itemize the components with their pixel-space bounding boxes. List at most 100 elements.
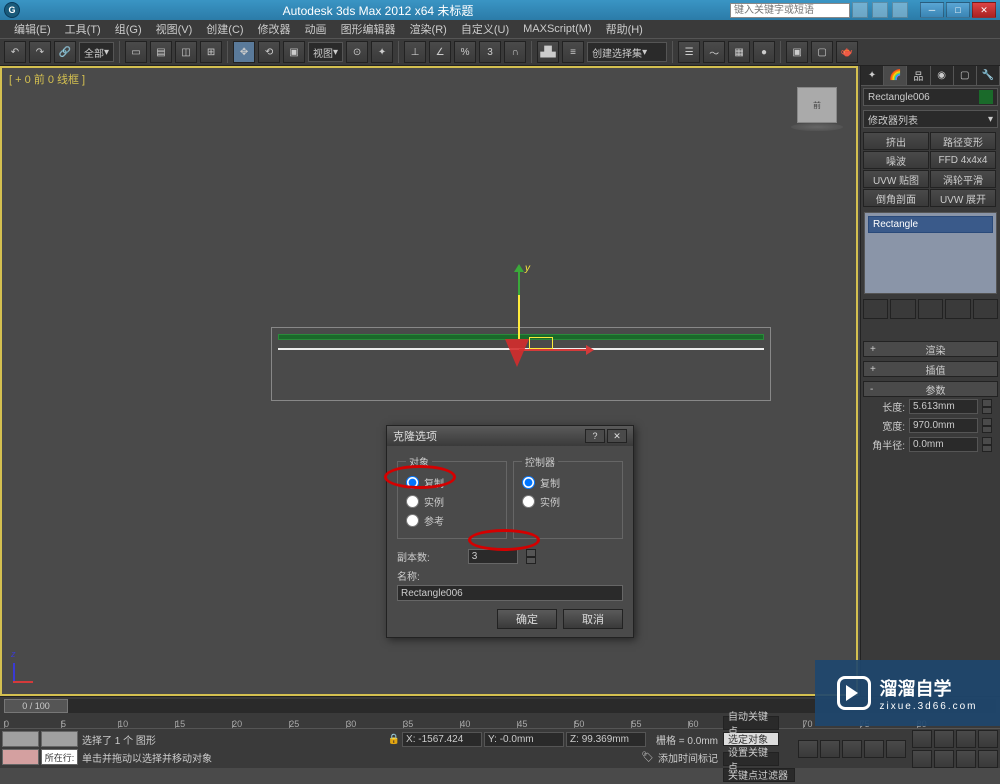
- menu-create[interactable]: 创建(C): [200, 19, 249, 39]
- mod-uvwmap[interactable]: UVW 贴图: [863, 170, 929, 188]
- manipulate-button[interactable]: ✦: [371, 41, 393, 63]
- prev-frame-button[interactable]: [820, 740, 840, 758]
- star-icon[interactable]: [872, 2, 888, 18]
- select-name-button[interactable]: ▤: [150, 41, 172, 63]
- timetag-icon[interactable]: 🏷: [641, 752, 654, 763]
- named-selset-dropdown[interactable]: 创建选择集 ▾: [587, 42, 667, 62]
- tab-hierarchy-icon[interactable]: 品: [907, 66, 930, 85]
- snap-ortho-button[interactable]: ∩: [504, 41, 526, 63]
- menu-group[interactable]: 组(G): [109, 19, 148, 39]
- nav-extra-button[interactable]: [978, 750, 998, 768]
- nav-zoomext-button[interactable]: [978, 730, 998, 748]
- remove-mod-button[interactable]: [945, 299, 970, 319]
- viewcube[interactable]: 前: [797, 87, 837, 123]
- modifier-stack[interactable]: Rectangle: [864, 212, 997, 294]
- gizmo-x-axis[interactable]: [519, 349, 591, 351]
- layers-button[interactable]: ☰: [678, 41, 700, 63]
- tab-motion-icon[interactable]: ◉: [931, 66, 954, 85]
- mirror-button[interactable]: ▟▙: [537, 41, 559, 63]
- mod-pathdeform[interactable]: 路径变形: [930, 132, 996, 150]
- object-name-field[interactable]: Rectangle006: [863, 88, 998, 106]
- ctrl-radio-instance[interactable]: 实例: [522, 492, 614, 511]
- rollout-interp-header[interactable]: +插值: [863, 361, 998, 377]
- radio-instance[interactable]: 实例: [406, 492, 498, 511]
- refcoord-dropdown[interactable]: 视图 ▾: [308, 42, 343, 62]
- help-search-input[interactable]: [730, 3, 850, 18]
- sb-block2[interactable]: [41, 731, 78, 747]
- render-button[interactable]: 🫖: [836, 41, 858, 63]
- viewport-label[interactable]: [ + 0 前 0 线框 ]: [9, 71, 85, 87]
- setkey-button[interactable]: 设置关键点: [723, 752, 779, 766]
- gizmo-z-arrow[interactable]: [505, 339, 529, 379]
- configure-button[interactable]: [973, 299, 998, 319]
- next-frame-button[interactable]: [864, 740, 884, 758]
- link-button[interactable]: 🔗: [54, 41, 76, 63]
- tab-utilities-icon[interactable]: 🔧: [977, 66, 1000, 85]
- dialog-close-button[interactable]: ✕: [607, 429, 627, 443]
- cancel-button[interactable]: 取消: [563, 609, 623, 629]
- menu-tools[interactable]: 工具(T): [59, 19, 107, 39]
- window-crossing-button[interactable]: ⊞: [200, 41, 222, 63]
- render-frame-button[interactable]: ▢: [811, 41, 833, 63]
- align-button[interactable]: ≡: [562, 41, 584, 63]
- scale-button[interactable]: ▣: [283, 41, 305, 63]
- mod-noise[interactable]: 噪波: [863, 151, 929, 169]
- percent-snap-button[interactable]: %: [454, 41, 476, 63]
- close-button[interactable]: ✕: [972, 2, 996, 18]
- radio-reference[interactable]: 参考: [406, 511, 498, 530]
- help-icon[interactable]: [892, 2, 908, 18]
- mod-extrude[interactable]: 挤出: [863, 132, 929, 150]
- select-button[interactable]: ▭: [125, 41, 147, 63]
- coord-z[interactable]: Z: 99.369mm: [566, 732, 646, 747]
- rollout-params-header[interactable]: -参数: [863, 381, 998, 397]
- schematic-button[interactable]: ▦: [728, 41, 750, 63]
- spinner-snap-button[interactable]: 3: [479, 41, 501, 63]
- show-result-button[interactable]: [890, 299, 915, 319]
- autokey-button[interactable]: 自动关键点: [723, 716, 779, 730]
- nav-fov-button[interactable]: [956, 730, 976, 748]
- stack-rectangle[interactable]: Rectangle: [868, 216, 993, 233]
- length-spinner[interactable]: [982, 399, 992, 414]
- sb-block1[interactable]: [2, 731, 39, 747]
- menu-help[interactable]: 帮助(H): [600, 19, 649, 39]
- material-button[interactable]: ●: [753, 41, 775, 63]
- ok-button[interactable]: 确定: [497, 609, 557, 629]
- move-button[interactable]: ✥: [233, 41, 255, 63]
- nav-zoom-button[interactable]: [934, 730, 954, 748]
- mod-bevelprofile[interactable]: 倒角剖面: [863, 189, 929, 207]
- length-input[interactable]: 5.613mm: [909, 399, 978, 414]
- menu-maxscript[interactable]: MAXScript(M): [517, 21, 597, 37]
- maximize-button[interactable]: □: [946, 2, 970, 18]
- keyfilter-button[interactable]: 关键点过滤器: [723, 768, 795, 782]
- render-setup-button[interactable]: ▣: [786, 41, 808, 63]
- modifier-list-dropdown[interactable]: 修改器列表▾: [863, 110, 998, 128]
- play-button[interactable]: [842, 740, 862, 758]
- goto-start-button[interactable]: [798, 740, 818, 758]
- unique-button[interactable]: [918, 299, 943, 319]
- ctrl-radio-copy[interactable]: 复制: [522, 473, 614, 492]
- coord-x[interactable]: X: -1567.424: [402, 732, 482, 747]
- width-spinner[interactable]: [982, 418, 992, 433]
- dialog-titlebar[interactable]: 克隆选项 ? ✕: [387, 426, 633, 446]
- nav-pan-button[interactable]: [912, 730, 932, 748]
- nav-maximize-button[interactable]: [956, 750, 976, 768]
- goto-end-button[interactable]: [886, 740, 906, 758]
- tab-display-icon[interactable]: ▢: [954, 66, 977, 85]
- coord-y[interactable]: Y: -0.0mm: [484, 732, 564, 747]
- mod-ffd[interactable]: FFD 4x4x4: [930, 151, 996, 169]
- width-input[interactable]: 970.0mm: [909, 418, 978, 433]
- nav-region-button[interactable]: [912, 750, 932, 768]
- copies-spinner[interactable]: [526, 549, 536, 564]
- corner-spinner[interactable]: [982, 437, 992, 452]
- redo-button[interactable]: ↷: [29, 41, 51, 63]
- lock-icon[interactable]: 🔒: [388, 734, 400, 745]
- sb-block-pink[interactable]: [2, 749, 39, 765]
- dialog-help-button[interactable]: ?: [585, 429, 605, 443]
- mod-turbosmooth[interactable]: 涡轮平滑: [930, 170, 996, 188]
- selection-filter-dropdown[interactable]: 全部 ▾: [79, 42, 114, 62]
- object-color-swatch[interactable]: [979, 90, 993, 104]
- minimize-button[interactable]: ─: [920, 2, 944, 18]
- menu-customize[interactable]: 自定义(U): [455, 19, 515, 39]
- menu-animation[interactable]: 动画: [299, 19, 333, 39]
- copies-input[interactable]: [468, 549, 518, 564]
